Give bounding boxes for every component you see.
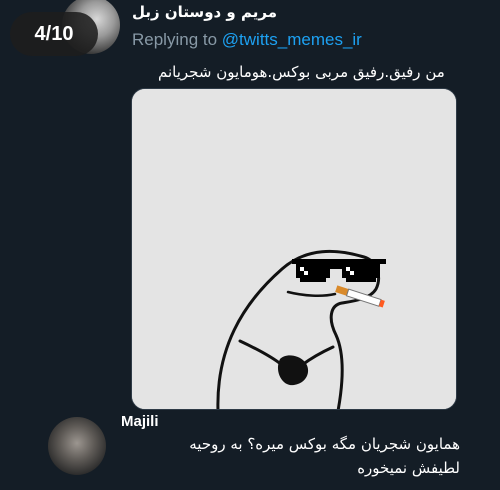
reply-author-avatar[interactable]	[48, 417, 106, 475]
tweet-text: من رفیق.رفیق مربی بوکس.هومایون شجریانم	[158, 63, 445, 81]
reply-author-name[interactable]: Majili	[121, 413, 159, 430]
reply-text: همایون شجریان مگه بوکس میره؟ به روحیه لط…	[160, 432, 460, 480]
replying-to-line: Replying to @twitts_memes_ir	[132, 30, 362, 50]
reply-text-line-1: همایون شجریان مگه بوکس میره؟ به روحیه	[189, 435, 460, 453]
replying-prefix: Replying to	[132, 30, 222, 49]
image-counter: 4/10	[10, 12, 98, 56]
meme-drawing-icon	[132, 89, 456, 409]
tweet-author-name[interactable]: مریم و دوستان زبل	[132, 3, 277, 21]
image-counter-label: 4/10	[34, 22, 74, 45]
reply-text-line-2: لطیفش نمیخوره	[357, 459, 460, 477]
tweet-media-image[interactable]	[131, 88, 457, 410]
replying-handle-link[interactable]: @twitts_memes_ir	[222, 30, 362, 49]
